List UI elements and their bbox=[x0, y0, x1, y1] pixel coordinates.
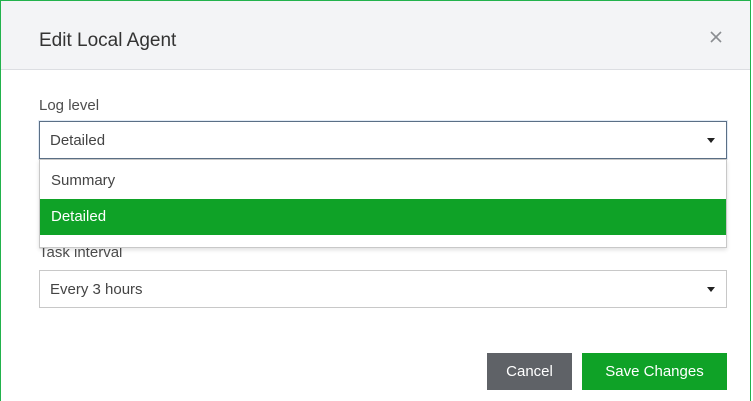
task-interval-select[interactable]: Every 3 hours bbox=[39, 270, 727, 308]
log-level-dropdown-menu: Summary Detailed bbox=[39, 159, 727, 248]
log-level-option-summary[interactable]: Summary bbox=[40, 163, 726, 199]
task-interval-selected-value: Every 3 hours bbox=[50, 281, 143, 298]
edit-local-agent-dialog: Edit Local Agent Log level Detailed Summ… bbox=[0, 0, 751, 401]
caret-down-icon bbox=[707, 138, 715, 143]
log-level-option-detailed[interactable]: Detailed bbox=[40, 199, 726, 235]
caret-down-icon bbox=[707, 287, 715, 292]
log-level-label: Log level bbox=[39, 97, 100, 114]
close-icon[interactable] bbox=[706, 27, 726, 47]
log-level-selected-value: Detailed bbox=[50, 132, 106, 149]
dialog-title: Edit Local Agent bbox=[39, 30, 177, 51]
save-changes-button[interactable]: Save Changes bbox=[582, 353, 727, 390]
option-label: Detailed bbox=[51, 208, 107, 225]
dialog-header: Edit Local Agent bbox=[1, 1, 750, 70]
option-label: Summary bbox=[51, 172, 116, 189]
log-level-select[interactable]: Detailed bbox=[39, 121, 727, 159]
close-icon-glyph bbox=[710, 31, 722, 43]
cancel-button[interactable]: Cancel bbox=[487, 353, 572, 390]
